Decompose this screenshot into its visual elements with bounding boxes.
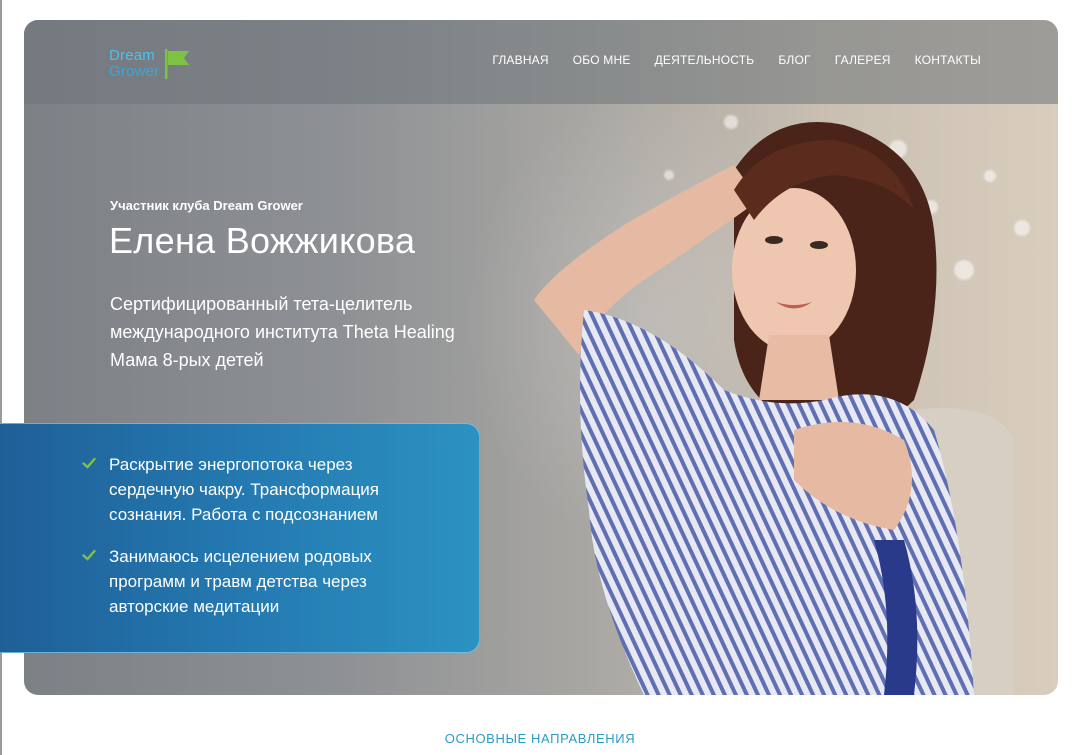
nav-item-gallery[interactable]: ГАЛЕРЕЯ (835, 53, 891, 67)
logo-text-line1: Dream (109, 47, 156, 64)
bullet-text: Раскрытие энергопотока через сердечную ч… (109, 452, 379, 527)
bullet-line: авторские медитации (109, 597, 280, 616)
main-nav: ГЛАВНАЯ ОБО МНЕ ДЕЯТЕЛЬНОСТЬ БЛОГ ГАЛЕРЕ… (492, 53, 981, 67)
hero-description-line: международного института Theta Healing (110, 322, 455, 342)
section-title: ОСНОВНЫЕ НАПРАВЛЕНИЯ (444, 731, 636, 746)
site-logo[interactable]: Dream Grower (109, 48, 191, 80)
bokeh-light (1014, 220, 1030, 236)
hero-subtitle: Участник клуба Dream Grower (110, 198, 303, 213)
bullet-item: Раскрытие энергопотока через сердечную ч… (82, 452, 379, 527)
nav-item-contacts[interactable]: КОНТАКТЫ (915, 53, 981, 67)
portrait-photo (534, 122, 1014, 695)
bullet-text: Занимаюсь исцелением родовых программ и … (109, 544, 372, 619)
site-header: Dream Grower ГЛАВНАЯ ОБО МНЕ ДЕЯТЕЛЬНОСТ… (24, 20, 1058, 104)
hero-description: Сертифицированный тета-целитель междунар… (110, 290, 530, 374)
hero-description-line: Мама 8-рых детей (110, 350, 264, 370)
bullet-line: Раскрытие энергопотока через (109, 455, 353, 474)
bullet-line: сознания. Работа с подсознанием (109, 505, 378, 524)
hero-name: Елена Вожжикова (109, 220, 416, 261)
nav-item-activity[interactable]: ДЕЯТЕЛЬНОСТЬ (655, 53, 755, 67)
bullet-item: Занимаюсь исцелением родовых программ и … (82, 544, 372, 619)
flag-icon (165, 49, 190, 79)
bullet-line: программ и травм детства через (109, 572, 367, 591)
nav-item-home[interactable]: ГЛАВНАЯ (492, 53, 548, 67)
nav-item-blog[interactable]: БЛОГ (778, 53, 810, 67)
services-info-box: Раскрытие энергопотока через сердечную ч… (0, 423, 480, 653)
logo-text-line2: Grower (109, 63, 160, 80)
nav-item-about[interactable]: ОБО МНЕ (573, 53, 631, 67)
check-icon (82, 457, 96, 469)
bullet-line: Занимаюсь исцелением родовых (109, 547, 372, 566)
bullet-line: сердечную чакру. Трансформация (109, 480, 380, 499)
hero-description-line: Сертифицированный тета-целитель (110, 294, 413, 314)
check-icon (82, 549, 96, 561)
